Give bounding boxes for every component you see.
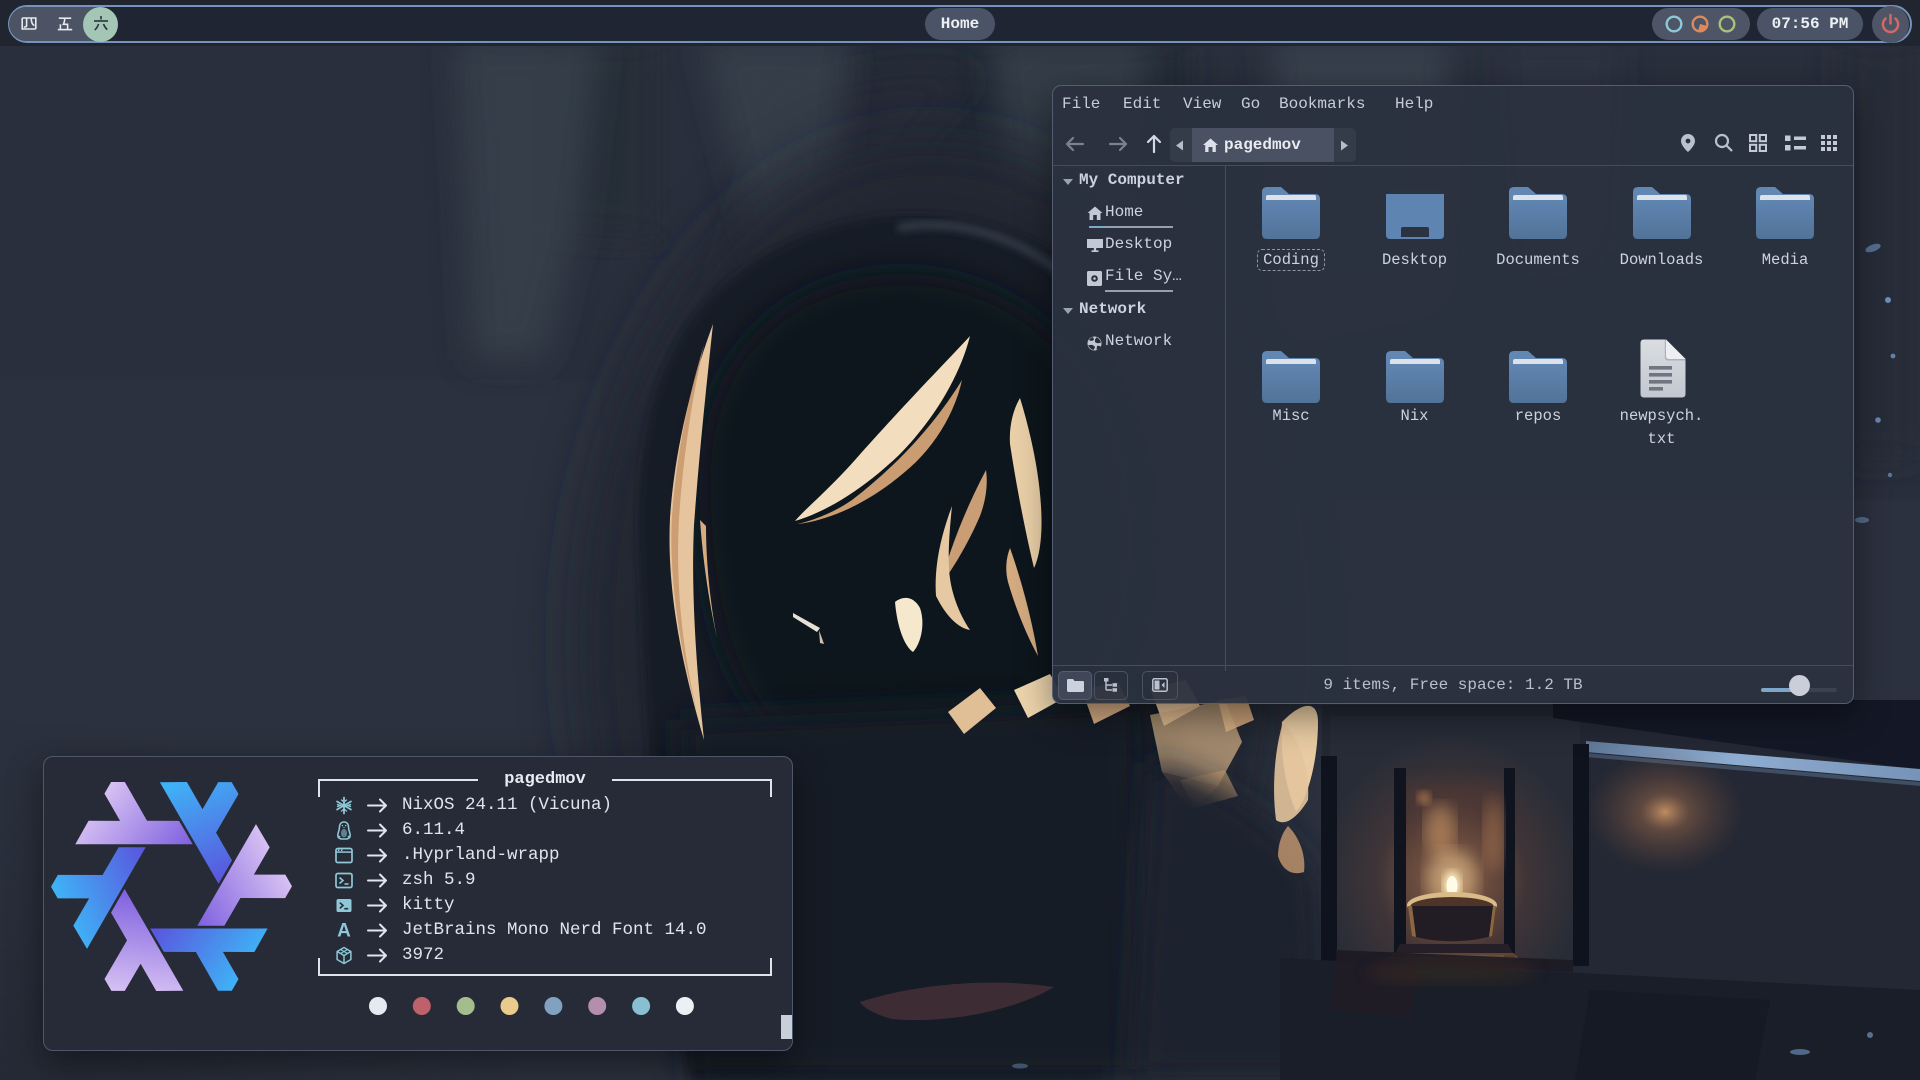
svg-text:A: A: [337, 921, 351, 942]
